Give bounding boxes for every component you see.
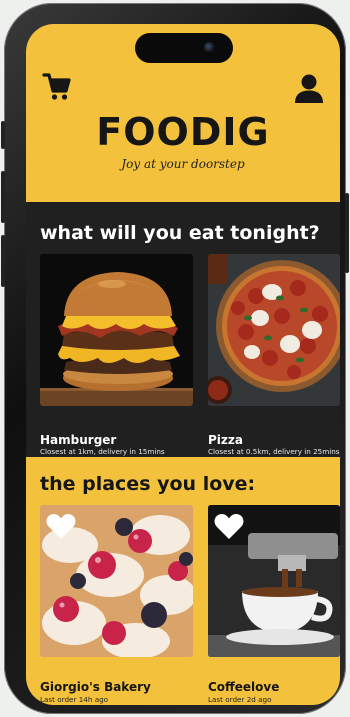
section-title-tonight: what will you eat tonight? [40, 222, 320, 244]
mute-switch [1, 121, 5, 149]
favorite-places-section: the places you love: Giorgio's Bakery La… [26, 457, 340, 705]
app-logo: FOODIG [96, 110, 270, 154]
power-button [345, 193, 349, 273]
food-name-pizza: Pizza [208, 433, 243, 447]
app-tagline: Joy at your doorstep [121, 157, 245, 171]
volume-up-button [1, 171, 5, 223]
phone-frame: FOODIG Joy at your doorstep what will yo… [1, 3, 349, 714]
volume-down-button [1, 235, 5, 287]
place-name-bakery: Giorgio's Bakery [40, 680, 151, 694]
camera-icon [204, 42, 215, 53]
coffee-image [208, 505, 340, 657]
user-profile-icon[interactable] [293, 72, 325, 104]
tonight-section: what will you eat tonight? Hamburger Clo… [26, 202, 340, 457]
dynamic-island [135, 33, 233, 63]
heart-icon[interactable] [46, 513, 76, 540]
place-detail-bakery: Last order 14h ago [40, 695, 109, 704]
app-screen: FOODIG Joy at your doorstep what will yo… [26, 24, 340, 705]
bakery-image [40, 505, 193, 657]
food-detail-pizza: Closest at 0.5km, delivery in 25mins [208, 447, 340, 456]
section-title-places: the places you love: [40, 473, 256, 495]
food-name-hamburger: Hamburger [40, 433, 117, 447]
hamburger-image [40, 254, 193, 406]
shopping-cart-icon[interactable] [42, 72, 72, 102]
heart-icon[interactable] [214, 513, 244, 540]
pizza-image [208, 254, 340, 406]
place-detail-coffeelove: Last order 2d ago [208, 695, 272, 704]
food-detail-hamburger: Closest at 1km, delivery in 15mins [40, 447, 165, 456]
app-header: FOODIG Joy at your doorstep [26, 24, 340, 202]
place-name-coffeelove: Coffeelove [208, 680, 280, 694]
